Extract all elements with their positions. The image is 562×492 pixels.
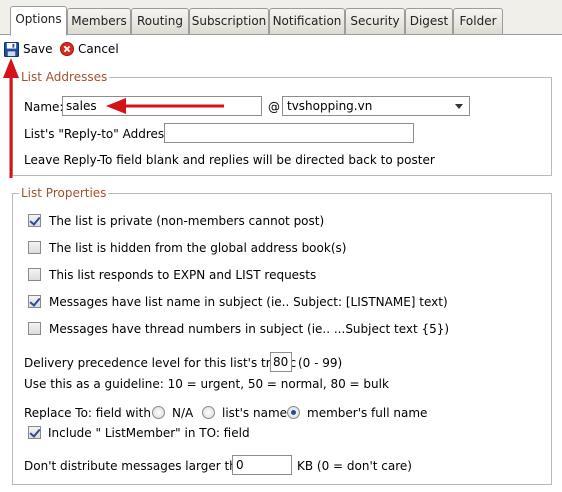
tab-notification[interactable]: Notification (269, 8, 345, 34)
include-listmember-checkbox[interactable] (28, 426, 41, 439)
replace-to-na-radio[interactable] (152, 406, 165, 419)
list-addresses-legend: List Addresses (19, 70, 110, 84)
max-size-label: Don't distribute messages larger than (24, 459, 252, 473)
precedence-range: (0 - 99) (298, 356, 343, 370)
tab-security[interactable]: Security (345, 8, 405, 34)
max-size-input[interactable]: 0 (232, 455, 292, 475)
hidden-label: The list is hidden from the global addre… (49, 241, 347, 255)
cancel-label: Cancel (78, 42, 119, 56)
tab-bar: Options Members Routing Subscription Not… (0, 0, 562, 36)
replace-to-listname-radio[interactable] (202, 406, 215, 419)
hidden-checkbox[interactable] (28, 241, 41, 254)
reply-to-input[interactable] (164, 123, 414, 143)
name-input[interactable]: sales (62, 96, 262, 116)
at-symbol: @ (268, 100, 280, 114)
cancel-button[interactable]: Cancel (60, 39, 119, 59)
tab-subscription[interactable]: Subscription (189, 8, 269, 34)
name-label: Name: (24, 100, 64, 114)
tab-folder[interactable]: Folder (453, 8, 503, 34)
replace-to-listname-label: list's name (222, 406, 288, 420)
chevron-down-icon (455, 104, 463, 109)
subject-name-checkbox[interactable] (28, 295, 41, 308)
replace-to-fullname-radio[interactable] (287, 406, 300, 419)
save-label: Save (23, 42, 53, 56)
tab-routing[interactable]: Routing (131, 8, 189, 34)
tab-options[interactable]: Options (10, 6, 67, 36)
private-label: The list is private (non-members cannot … (49, 214, 325, 228)
replace-to-fullname-label: member's full name (307, 406, 428, 420)
include-listmember-label: Include " ListMember" in TO: field (48, 426, 250, 440)
expn-checkbox[interactable] (28, 268, 41, 281)
list-properties-legend: List Properties (19, 186, 109, 200)
replace-to-na-label: N/A (172, 406, 194, 420)
replace-to-label: Replace To: field with (24, 406, 151, 420)
list-properties-section: List Properties (12, 186, 552, 485)
floppy-disk-icon (4, 41, 19, 57)
cancel-icon (60, 42, 74, 56)
reply-to-label: List's "Reply-to" Address: (24, 127, 175, 141)
precedence-input[interactable]: 80 (270, 352, 292, 372)
thread-numbers-checkbox[interactable] (28, 322, 41, 335)
private-checkbox[interactable] (28, 214, 41, 227)
max-size-unit: KB (0 = don't care) (297, 459, 412, 473)
tab-digest[interactable]: Digest (405, 8, 453, 34)
guideline-text: Use this as a guideline: 10 = urgent, 50… (24, 377, 389, 391)
thread-numbers-label: Messages have thread numbers in subject … (49, 322, 450, 336)
subject-name-label: Messages have list name in subject (ie..… (49, 295, 448, 309)
reply-to-hint: Leave Reply-To field blank and replies w… (24, 153, 435, 167)
save-button[interactable]: Save (4, 39, 52, 59)
precedence-label: Delivery precedence level for this list'… (24, 356, 297, 370)
tab-members[interactable]: Members (67, 8, 131, 34)
domain-value: tvshopping.vn (287, 99, 373, 113)
domain-select[interactable]: tvshopping.vn (282, 96, 470, 116)
expn-label: This list responds to EXPN and LIST requ… (49, 268, 317, 282)
toolbar: Save Cancel (0, 35, 562, 63)
